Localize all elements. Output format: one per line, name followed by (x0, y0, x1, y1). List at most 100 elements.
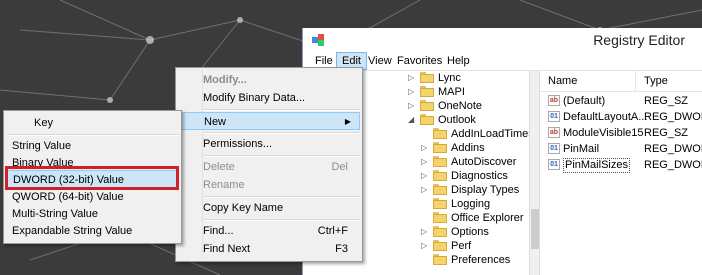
menu-separator (204, 132, 360, 134)
folder-icon (420, 100, 434, 111)
menu-separator (204, 196, 360, 198)
value-type: REG_DWORD (644, 143, 702, 155)
binary-value-icon: 01 (548, 143, 560, 154)
menu-item-permissions[interactable]: Permissions... (178, 135, 360, 153)
values-list: Name Type ab (Default) REG_SZ 01 Default… (540, 71, 702, 275)
value-name: PinMailSizes (563, 158, 630, 173)
menu-item-new[interactable]: New ▶ (178, 112, 360, 130)
value-type: REG_SZ (644, 95, 689, 107)
expand-icon[interactable]: ▷ (421, 227, 429, 237)
string-value-icon: ab (548, 127, 560, 138)
folder-icon (433, 142, 447, 153)
value-name: PinMail (563, 143, 600, 155)
submenu-item-expandable-string-value[interactable]: Expandable String Value (6, 222, 179, 240)
menu-item-copy-key-name[interactable]: Copy Key Name (178, 199, 360, 217)
collapse-icon[interactable]: ◢ (408, 115, 416, 125)
window-title: Registry Editor (593, 32, 685, 48)
submenu-item-multi-string-value[interactable]: Multi-String Value (6, 205, 179, 223)
menu-item-find-next[interactable]: Find Next F3 (178, 240, 360, 258)
submenu-item-string-value[interactable]: String Value (6, 137, 179, 155)
tree-item-label: Display Types (451, 184, 520, 196)
folder-icon (433, 156, 447, 167)
binary-value-icon: 01 (548, 159, 560, 170)
submenu-arrow-icon: ▶ (344, 117, 351, 126)
value-row-pinmailsizes[interactable]: 01 PinMailSizes REG_DWORD (540, 157, 702, 173)
menu-separator (204, 109, 360, 111)
tree-item-label: Logging (451, 198, 491, 210)
menu-item-label: QWORD (64-bit) Value (12, 191, 124, 203)
tree-item-label: Outlook (438, 114, 476, 126)
menu-item-label: Key (34, 117, 53, 129)
expand-icon[interactable]: ▷ (421, 157, 429, 167)
tree-item-label: Office Explorer (451, 212, 524, 224)
registry-app-icon (312, 34, 324, 46)
menu-item-label: Modify... (203, 74, 247, 86)
folder-icon (420, 72, 434, 83)
menu-favorites[interactable]: Favorites (392, 53, 447, 69)
folder-icon (420, 86, 434, 97)
column-divider[interactable] (635, 71, 636, 91)
folder-icon (433, 240, 447, 251)
highlight-annotation-box (5, 166, 179, 190)
folder-open-icon (420, 114, 434, 125)
scrollbar-thumb[interactable] (531, 209, 539, 249)
menu-item-shortcut: F3 (335, 243, 348, 255)
tree-item-label: MAPI (438, 86, 465, 98)
value-row-default[interactable]: ab (Default) REG_SZ (540, 93, 702, 109)
expand-icon[interactable]: ▷ (408, 73, 416, 83)
menu-item-label: Find Next (203, 243, 251, 255)
string-value-icon: ab (548, 95, 560, 106)
menu-item-find[interactable]: Find... Ctrl+F (178, 222, 360, 240)
expand-icon[interactable]: ▷ (408, 101, 416, 111)
menu-item-label: Delete (203, 161, 235, 173)
menu-item-label: New (204, 116, 227, 128)
folder-icon (433, 184, 447, 195)
menu-item-rename[interactable]: Rename (178, 176, 360, 194)
menu-item-modify[interactable]: Modify... (178, 71, 360, 89)
tree-scrollbar[interactable] (529, 71, 540, 275)
value-name: DefaultLayoutA... (563, 111, 648, 123)
tree-item-label: Diagnostics (451, 170, 508, 182)
menu-item-label: Copy Key Name (203, 202, 284, 214)
menu-separator (204, 219, 360, 221)
edit-context-menu: Modify... Modify Binary Data... New ▶ Pe… (175, 67, 363, 262)
menu-item-label: Modify Binary Data... (203, 92, 306, 104)
title-bar[interactable]: Registry Editor (303, 28, 702, 52)
menu-item-label: Rename (203, 179, 245, 191)
tree-item-label: AddInLoadTimes (451, 128, 534, 140)
column-header-type[interactable]: Type (644, 75, 668, 87)
value-row-modulevisible[interactable]: ab ModuleVisible15 REG_SZ (540, 125, 702, 141)
value-type: REG_SZ (644, 127, 689, 139)
menu-item-delete[interactable]: Delete Del (178, 158, 360, 176)
menu-item-shortcut: Del (331, 161, 348, 173)
expand-icon[interactable]: ▷ (421, 241, 429, 251)
menu-item-shortcut: Ctrl+F (317, 225, 348, 237)
expand-icon[interactable]: ▷ (421, 171, 429, 181)
value-type: REG_DWORD (644, 159, 702, 171)
folder-icon (433, 128, 447, 139)
value-name: ModuleVisible15 (563, 127, 644, 139)
submenu-item-qword-value[interactable]: QWORD (64-bit) Value (6, 188, 179, 206)
folder-icon (433, 212, 447, 223)
tree-item-label: Addins (451, 142, 485, 154)
expand-icon[interactable]: ▷ (421, 185, 429, 195)
tree-item-label: Options (451, 226, 489, 238)
menu-separator (204, 155, 360, 157)
column-header-name[interactable]: Name (548, 75, 577, 87)
list-header: Name Type (540, 71, 702, 92)
expand-icon[interactable]: ▷ (421, 143, 429, 153)
value-row-pinmail[interactable]: 01 PinMail REG_DWORD (540, 141, 702, 157)
menu-item-label: Find... (203, 225, 234, 237)
tree-item-label: Perf (451, 240, 472, 252)
menu-item-label: Expandable String Value (12, 225, 133, 237)
menu-help[interactable]: Help (442, 53, 475, 69)
folder-icon (433, 198, 447, 209)
value-name: (Default) (563, 95, 606, 107)
value-type: REG_DWORD (644, 111, 702, 123)
value-row-defaultlayout[interactable]: 01 DefaultLayoutA... REG_DWORD (540, 109, 702, 125)
menu-separator (8, 134, 179, 136)
expand-icon[interactable]: ▷ (408, 87, 416, 97)
submenu-item-key[interactable]: Key (6, 114, 179, 132)
folder-icon (433, 170, 447, 181)
menu-item-modify-binary[interactable]: Modify Binary Data... (178, 89, 360, 107)
